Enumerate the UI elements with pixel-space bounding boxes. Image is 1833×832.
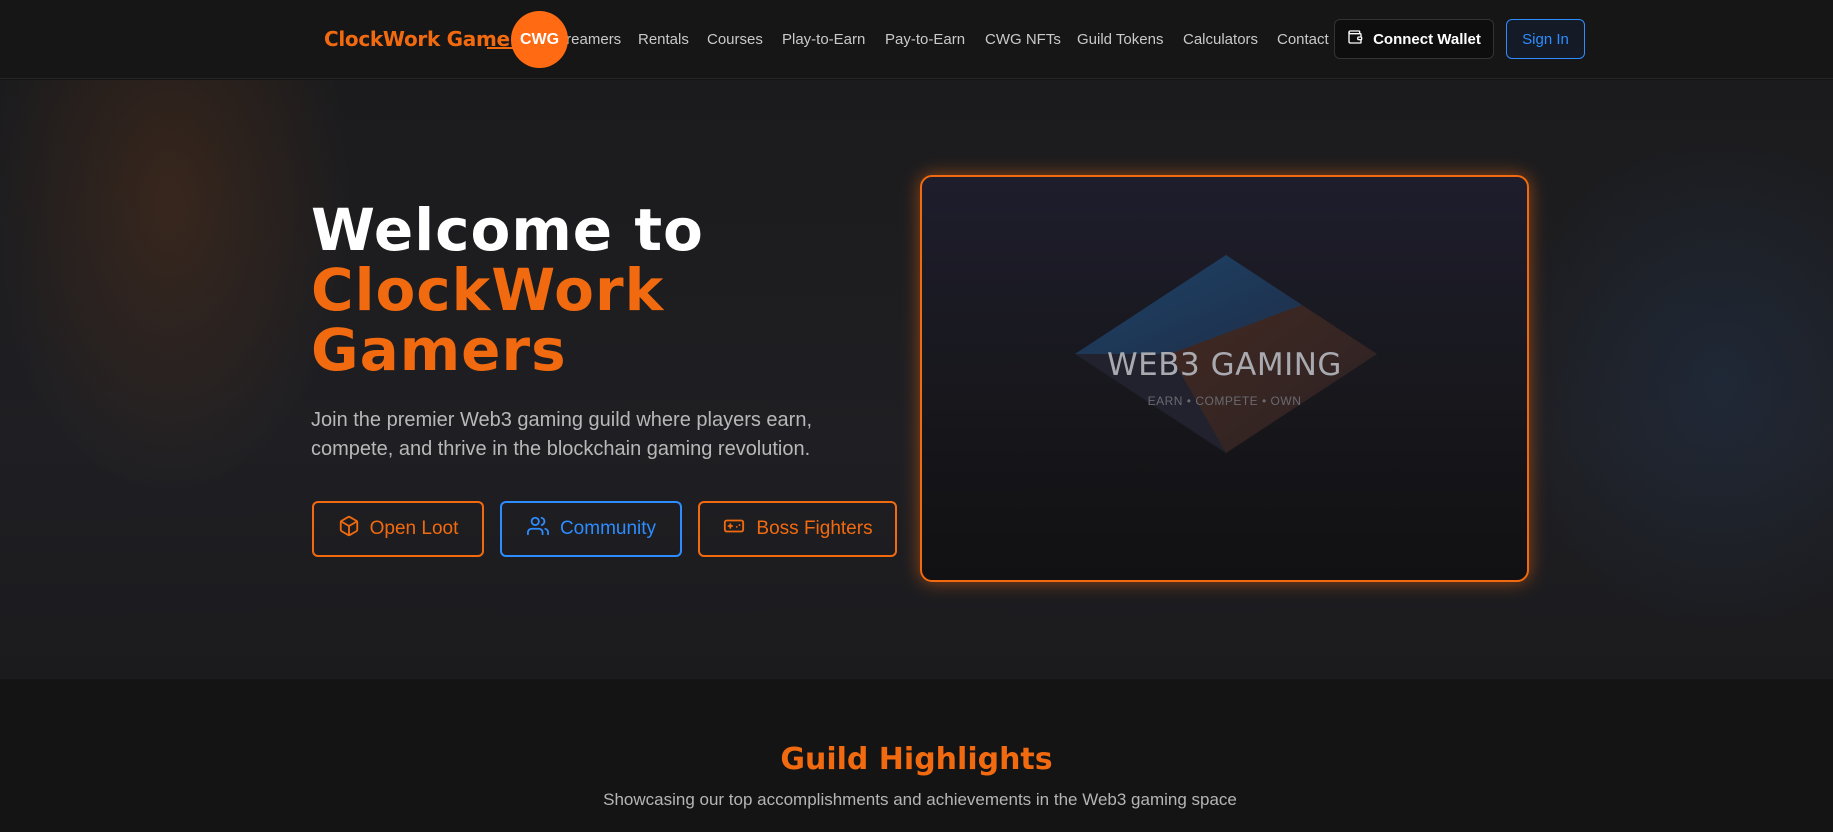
nav-link-guild-tokens[interactable]: Guild Tokens	[1077, 31, 1163, 48]
hero-description: Join the premier Web3 gaming guild where…	[311, 409, 813, 460]
community-label: Community	[559, 518, 657, 539]
nav-link-rentals[interactable]: Rentals	[638, 31, 689, 48]
media-title: WEB3 GAMING	[1107, 347, 1342, 383]
top-navbar: ClockWork Gamers Streamers Rentals Cours…	[0, 0, 1833, 79]
open-loot-label: Open Loot	[369, 518, 459, 539]
nav-link-calculators[interactable]: Calculators	[1183, 31, 1258, 48]
connect-wallet-button[interactable]: Connect Wallet	[1334, 19, 1494, 59]
open-loot-button[interactable]: Open Loot	[312, 501, 484, 557]
nav-link-pay-to-earn[interactable]: Pay-to-Earn	[885, 31, 965, 48]
users-icon	[526, 515, 550, 543]
hero-section: Welcome to ClockWork Gamers Join the pre…	[0, 80, 1833, 679]
hero-media-card: WEB3 GAMING EARN • COMPETE • OWN	[920, 175, 1529, 582]
boss-fighters-label: Boss Fighters	[756, 518, 873, 539]
hero-title-line-2: ClockWork	[311, 256, 665, 324]
highlights-subtitle: Showcasing our top accomplishments and a…	[603, 790, 1237, 809]
sign-in-button[interactable]: Sign In	[1506, 19, 1585, 59]
gamepad-icon	[722, 515, 746, 543]
hero-title-line-1: Welcome to	[311, 196, 704, 264]
nav-link-play-to-earn[interactable]: Play-to-Earn	[782, 31, 865, 48]
connect-wallet-label: Connect Wallet	[1373, 30, 1481, 48]
nav-link-courses[interactable]: Courses	[707, 31, 763, 48]
nav-link-cwg-nfts[interactable]: CWG NFTs	[985, 31, 1061, 48]
hero-title-line-3: Gamers	[311, 316, 567, 384]
media-subtitle: EARN • COMPETE • OWN	[1147, 394, 1302, 408]
highlights-title: Guild Highlights	[780, 742, 1053, 777]
nav-link-contact[interactable]: Contact	[1277, 31, 1329, 48]
wallet-icon	[1347, 29, 1363, 49]
active-link-underline	[487, 47, 513, 49]
community-button[interactable]: Community	[500, 501, 682, 557]
cwg-badge[interactable]: CWG	[511, 11, 568, 68]
hero-title: Welcome to ClockWork Gamers	[311, 200, 704, 380]
boss-fighters-button[interactable]: Boss Fighters	[698, 501, 897, 557]
guild-highlights-section: Guild Highlights Showcasing our top acco…	[0, 679, 1833, 832]
box-icon	[338, 515, 360, 543]
